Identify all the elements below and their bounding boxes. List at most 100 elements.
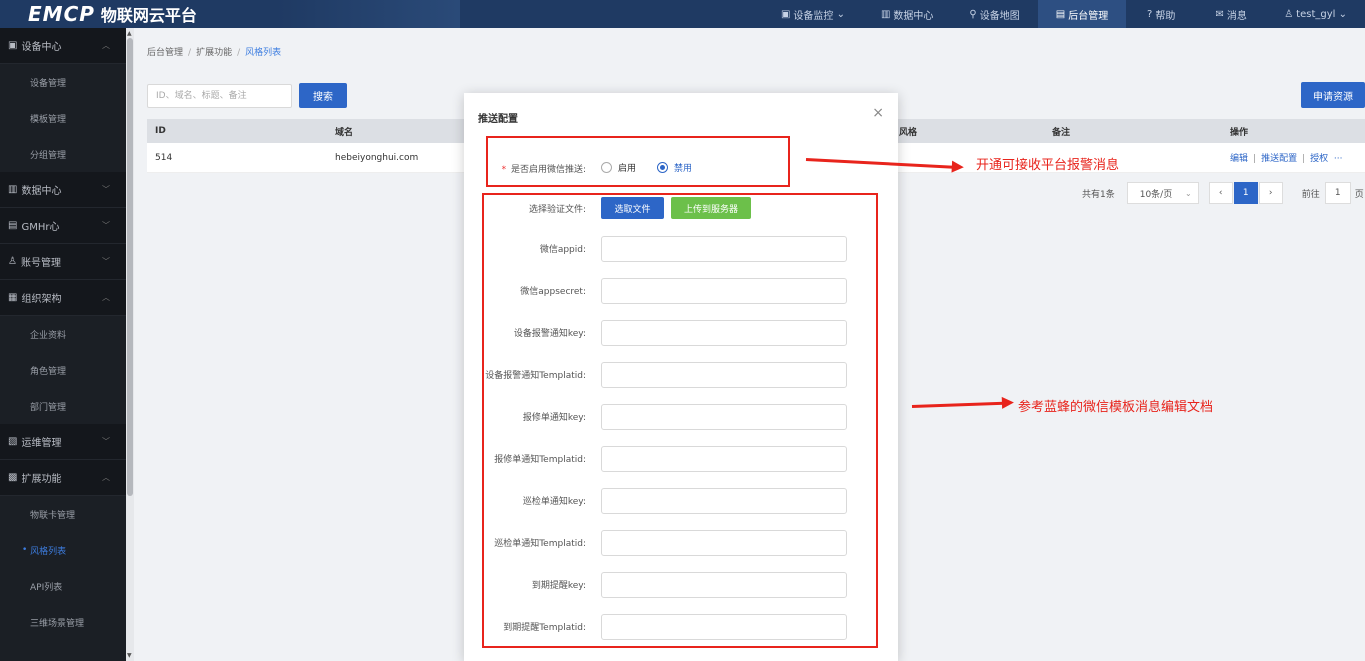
form-row: 设备报警通知Templatid:: [464, 362, 898, 388]
form-row: 巡检单通知Templatid:: [464, 530, 898, 556]
page-size-select[interactable]: 10条/页 ⌄: [1126, 182, 1199, 204]
menu-icon: ▧: [8, 436, 18, 447]
menu-icon: ▦: [8, 292, 18, 303]
form-row: 设备报警通知key:: [464, 320, 898, 346]
sidebar-item[interactable]: 设备管理: [0, 64, 126, 100]
scroll-down-icon[interactable]: ▼: [127, 652, 132, 659]
brand[interactable]: EMCP 物联网云平台: [0, 0, 460, 28]
form-row: 到期提醒key:: [464, 572, 898, 598]
next-page-button[interactable]: ›: [1258, 182, 1283, 204]
radio-disable[interactable]: 禁用: [657, 161, 692, 174]
breadcrumb-item[interactable]: 扩展功能: [196, 48, 232, 58]
scrollbar-thumb[interactable]: [127, 38, 133, 496]
nav-user-menu[interactable]: ♙ test_gyl ⌄: [1266, 0, 1365, 28]
nav-label: test_gyl: [1296, 8, 1336, 20]
sidebar-scrollbar[interactable]: ▲ ▼: [126, 28, 134, 661]
enable-wechat-push-label: * 是否启用微信推送:: [502, 162, 586, 175]
goto-page-input[interactable]: 1: [1324, 182, 1351, 204]
radio-label: 启用: [618, 164, 637, 174]
form-row: 报修单通知key:: [464, 404, 898, 430]
nav-device-monitor[interactable]: ▣ 设备监控 ⌄: [763, 0, 863, 28]
goto-label: 前往: [1301, 189, 1320, 200]
nav-label: 数据中心: [893, 10, 934, 22]
text-input[interactable]: [601, 278, 847, 304]
sidebar-item[interactable]: 企业资料: [0, 316, 126, 352]
nav-device-map[interactable]: ⚲ 设备地图: [951, 0, 1037, 28]
logo: EMCP: [28, 2, 95, 26]
field-label: 巡检单通知key:: [522, 497, 586, 507]
search-input[interactable]: ID、域名、标题、备注: [147, 84, 292, 108]
sidebar-item[interactable]: 模板管理: [0, 100, 126, 136]
scroll-up-icon[interactable]: ▲: [127, 30, 132, 37]
sidebar-group[interactable]: ▤ GMHr心 ﹀: [0, 208, 126, 244]
verify-file-label: 选择验证文件:: [528, 205, 586, 215]
text-input[interactable]: [601, 320, 847, 346]
text-input[interactable]: [601, 362, 847, 388]
sidebar-group[interactable]: ▣ 设备中心 ︿: [0, 28, 126, 64]
prev-page-button[interactable]: ‹: [1208, 182, 1233, 204]
push-config-link[interactable]: 推送配置: [1261, 154, 1297, 164]
chevron-down-icon: ⌄: [1185, 188, 1192, 198]
text-input[interactable]: [601, 572, 847, 598]
chevron-down-icon: ⌄: [836, 8, 845, 20]
sidebar-group[interactable]: ♙ 账号管理 ﹀: [0, 244, 126, 280]
text-input[interactable]: [601, 404, 847, 430]
label-text: 是否启用微信推送:: [510, 165, 586, 175]
user-icon: ♙: [1284, 8, 1294, 20]
cell-domain: hebeiyonghui.com: [335, 152, 419, 163]
sidebar-item[interactable]: 部门管理: [0, 388, 126, 424]
sidebar-item[interactable]: 分组管理: [0, 136, 126, 172]
nav-backend[interactable]: ▤ 后台管理: [1037, 0, 1127, 28]
search-button[interactable]: 搜索: [299, 83, 347, 108]
sidebar-item[interactable]: 物联卡管理: [0, 496, 126, 532]
upload-to-server-button[interactable]: 上传到服务器: [671, 197, 751, 219]
top-nav: ▣ 设备监控 ⌄ ▥ 数据中心 ⚲ 设备地图 ▤ 后台管理 ? 帮助 ✉ 消息 ♙ test_…: [763, 0, 1365, 28]
sidebar-item[interactable]: 角色管理: [0, 352, 126, 388]
edit-link[interactable]: 编辑: [1230, 154, 1248, 164]
nav-data-center[interactable]: ▥ 数据中心: [863, 0, 951, 28]
page-number[interactable]: 1: [1233, 182, 1258, 204]
close-icon[interactable]: ×: [872, 105, 884, 121]
menu-icon: ▤: [8, 220, 18, 231]
annotation-text-fields: 参考蓝蜂的微信模板消息编辑文档: [1018, 400, 1214, 415]
radio-enable[interactable]: 启用: [601, 161, 636, 174]
sidebar-group[interactable]: ▦ 组织架构 ︿: [0, 280, 126, 316]
sidebar-item[interactable]: • 风格列表: [0, 532, 126, 568]
sidebar-group[interactable]: ▩ 扩展功能 ︿: [0, 460, 126, 496]
sidebar-group[interactable]: ▥ 数据中心 ﹀: [0, 172, 126, 208]
map-icon: ⚲: [969, 8, 977, 20]
text-input[interactable]: [601, 488, 847, 514]
field-label: 微信appid:: [539, 245, 586, 255]
text-input[interactable]: [601, 236, 847, 262]
field-label: 微信appsecret:: [520, 287, 586, 297]
apply-resource-button[interactable]: 申请资源: [1301, 82, 1365, 108]
breadcrumb-item[interactable]: 后台管理: [147, 48, 183, 58]
sidebar-group[interactable]: ▧ 运维管理 ﹀: [0, 424, 126, 460]
chevron-icon: ︿: [102, 473, 110, 482]
nav-label: 设备地图: [979, 10, 1020, 22]
authorize-link[interactable]: 授权: [1310, 154, 1328, 164]
field-label: 报修单通知Templatid:: [494, 455, 586, 465]
page-size-value: 10条/页: [1139, 189, 1173, 200]
sidebar-item-label: 设备管理: [30, 78, 67, 89]
field-label: 设备报警通知Templatid:: [485, 371, 586, 381]
select-file-button[interactable]: 选取文件: [601, 197, 664, 219]
dialog-title: 推送配置: [478, 114, 518, 125]
top-header: EMCP 物联网云平台 ▣ 设备监控 ⌄ ▥ 数据中心 ⚲ 设备地图 ▤ 后台管理 ? 帮…: [0, 0, 1365, 28]
more-icon[interactable]: ···: [1334, 154, 1343, 164]
required-mark: *: [501, 165, 507, 175]
chevron-icon: ﹀: [102, 437, 110, 446]
nav-help[interactable]: ? 帮助: [1126, 0, 1196, 28]
form-row: 报修单通知Templatid:: [464, 446, 898, 472]
annotation-text-enable: 开通可接收平台报警消息: [976, 158, 1120, 173]
text-input[interactable]: [601, 446, 847, 472]
nav-messages[interactable]: ✉ 消息: [1196, 0, 1266, 28]
text-input[interactable]: [601, 614, 847, 640]
field-label: 到期提醒Templatid:: [503, 623, 586, 633]
radio-label: 禁用: [674, 164, 693, 174]
sidebar-item[interactable]: API列表: [0, 568, 126, 604]
text-input[interactable]: [601, 530, 847, 556]
radio-circle-icon: [601, 162, 612, 173]
field-label: 设备报警通知key:: [513, 329, 586, 339]
sidebar-item[interactable]: 三维场景管理: [0, 604, 126, 640]
